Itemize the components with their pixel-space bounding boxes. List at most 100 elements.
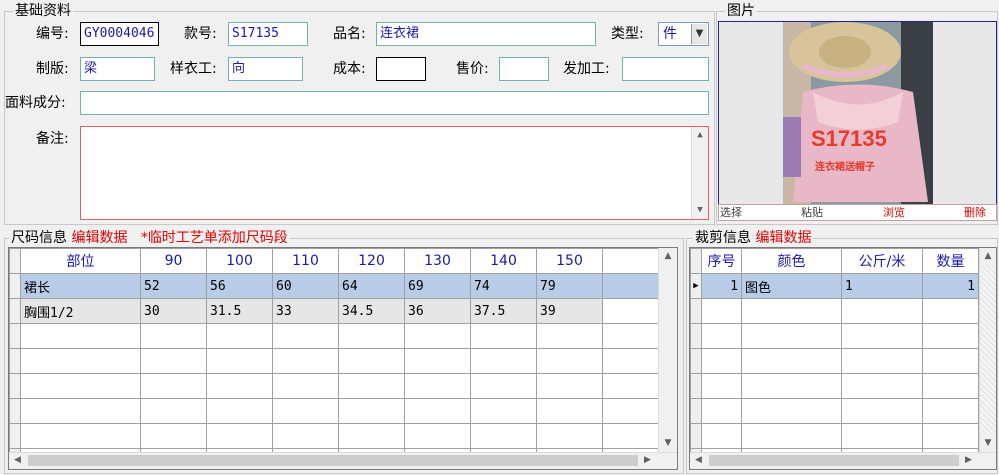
remark-textarea[interactable]: ▲ ▼: [80, 126, 709, 220]
photo-overlay-text: 连衣裙送帽子: [815, 162, 875, 173]
code-field[interactable]: GY0004046: [80, 22, 159, 46]
fabric-composition-field[interactable]: [80, 91, 709, 115]
scroll-down-icon[interactable]: ▼: [659, 435, 677, 452]
empty-row: [9, 373, 660, 399]
size-grid-hscroll-thumb[interactable]: [28, 455, 638, 466]
table-cell[interactable]: 39: [536, 298, 603, 324]
column-header[interactable]: 130: [404, 248, 471, 274]
column-header[interactable]: 120: [338, 248, 405, 274]
cost-field[interactable]: [376, 57, 426, 81]
table-cell[interactable]: 79: [536, 273, 603, 299]
scroll-down-icon[interactable]: ▼: [692, 202, 708, 219]
current-row-indicator[interactable]: ▶: [690, 273, 702, 299]
cut-grid[interactable]: 序号 颜色 公斤/米 数量 ▶ 1 图色 1 1 ▲ ▼ ◀ ▶: [689, 247, 997, 470]
size-grid-hscroll[interactable]: ◀ ▶: [9, 452, 677, 469]
column-header[interactable]: 数量: [922, 248, 979, 274]
empty-row: [690, 398, 979, 424]
style-number-field[interactable]: S17135: [228, 22, 308, 46]
table-cell[interactable]: 56: [206, 273, 273, 299]
scroll-down-icon[interactable]: ▼: [980, 435, 996, 452]
column-header[interactable]: 序号: [701, 248, 742, 274]
cut-grid-vscroll[interactable]: ▲ ▼: [979, 248, 996, 452]
style-label: 款号:: [184, 26, 217, 42]
row-header-corner: [9, 248, 21, 274]
table-cell[interactable]: [602, 273, 660, 299]
cut-edit-data-link[interactable]: 编辑数据: [755, 230, 811, 246]
select-image-button[interactable]: 选择: [720, 205, 742, 220]
size-edit-data-link[interactable]: 编辑数据: [71, 230, 127, 246]
row-header[interactable]: [9, 298, 21, 324]
table-cell[interactable]: 37.5: [470, 298, 537, 324]
table-cell[interactable]: 64: [338, 273, 405, 299]
table-cell[interactable]: 裙长: [20, 273, 141, 299]
table-cell[interactable]: 30: [140, 298, 207, 324]
scroll-right-icon[interactable]: ▶: [639, 453, 656, 469]
add-temp-size-range-link[interactable]: *临时工艺单添加尺码段: [141, 230, 288, 246]
dress-image: [783, 22, 933, 204]
cut-info-title: 裁剪信息: [695, 230, 751, 246]
scroll-left-icon[interactable]: ◀: [9, 453, 26, 469]
paste-image-button[interactable]: 粘贴: [801, 205, 823, 220]
table-cell[interactable]: 31.5: [206, 298, 273, 324]
table-cell[interactable]: 69: [404, 273, 471, 299]
table-cell[interactable]: 33: [272, 298, 339, 324]
table-cell[interactable]: [602, 298, 660, 324]
table-cell[interactable]: 胸围1/2: [20, 298, 141, 324]
table-cell[interactable]: 74: [470, 273, 537, 299]
table-cell[interactable]: 52: [140, 273, 207, 299]
empty-row: [9, 423, 660, 449]
column-header[interactable]: 颜色: [741, 248, 842, 274]
table-cell[interactable]: 图色: [741, 273, 842, 299]
column-header[interactable]: 140: [470, 248, 537, 274]
column-header[interactable]: 90: [140, 248, 207, 274]
scroll-right-icon[interactable]: ▶: [960, 453, 977, 469]
price-label: 售价:: [456, 61, 489, 77]
photo-overlay-code: S17135: [811, 126, 887, 151]
column-header[interactable]: 部位: [20, 248, 141, 274]
column-header[interactable]: 100: [206, 248, 273, 274]
sample-maker-field[interactable]: 向: [228, 57, 303, 81]
type-select[interactable]: 件 ▼: [658, 22, 709, 46]
scroll-up-icon[interactable]: ▲: [980, 248, 996, 265]
row-header-corner: [690, 248, 702, 274]
type-selected-value: 件: [663, 26, 677, 42]
size-grid[interactable]: 部位 90 100 110 120 130 140 150 裙长 52 56 6…: [8, 247, 678, 470]
table-cell[interactable]: 34.5: [338, 298, 405, 324]
browse-image-button[interactable]: 浏览: [883, 205, 905, 220]
cut-grid-hscroll-thumb[interactable]: [709, 455, 959, 466]
row-header[interactable]: [9, 273, 21, 299]
table-cell[interactable]: 1: [701, 273, 742, 299]
table-cell[interactable]: 36: [404, 298, 471, 324]
cut-grid-hscroll[interactable]: ◀ ▶: [690, 452, 996, 469]
empty-row: [690, 298, 979, 324]
pattern-maker-field[interactable]: 梁: [80, 57, 155, 81]
cut-table: 序号 颜色 公斤/米 数量 ▶ 1 图色 1 1: [690, 248, 979, 469]
column-header[interactable]: 公斤/米: [841, 248, 923, 274]
outsource-processor-field[interactable]: [622, 57, 709, 81]
table-row[interactable]: 胸围1/2 30 31.5 33 34.5 36 37.5 39: [9, 298, 660, 324]
scroll-up-icon[interactable]: ▲: [659, 248, 677, 265]
scroll-up-icon[interactable]: ▲: [692, 127, 708, 144]
cost-label: 成本:: [333, 61, 366, 77]
column-header[interactable]: 150: [536, 248, 603, 274]
empty-row: [690, 373, 979, 399]
table-row[interactable]: 裙长 52 56 60 64 69 74 79: [9, 273, 660, 299]
delete-image-button[interactable]: 删除: [964, 205, 986, 220]
table-row[interactable]: ▶ 1 图色 1 1: [690, 273, 979, 299]
product-name-label: 品名:: [333, 26, 366, 42]
size-grid-vscroll[interactable]: ▲ ▼: [658, 248, 677, 452]
chevron-down-icon[interactable]: ▼: [691, 24, 707, 44]
table-cell[interactable]: 1: [922, 273, 979, 299]
column-header[interactable]: 110: [272, 248, 339, 274]
price-field[interactable]: [499, 57, 549, 81]
table-cell[interactable]: 1: [841, 273, 923, 299]
image-title: 图片: [725, 3, 757, 19]
scroll-left-icon[interactable]: ◀: [690, 453, 707, 469]
column-header-empty: [602, 248, 660, 274]
pattern-label: 制版:: [36, 61, 69, 77]
remark-scrollbar[interactable]: ▲ ▼: [691, 127, 708, 219]
image-frame[interactable]: S17135 连衣裙送帽子: [718, 21, 997, 205]
sample-maker-label: 样衣工:: [170, 61, 217, 77]
product-name-field[interactable]: 连衣裙: [376, 22, 596, 46]
table-cell[interactable]: 60: [272, 273, 339, 299]
